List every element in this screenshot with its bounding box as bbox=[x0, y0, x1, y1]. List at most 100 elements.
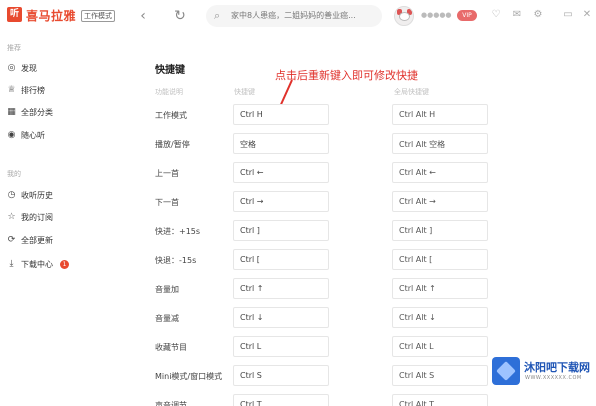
sidebar-item-label: 排行榜 bbox=[21, 86, 45, 95]
shortcut-local-input[interactable]: Ctrl [ bbox=[233, 249, 329, 270]
shortcut-row-label: Mini模式/窗口模式 bbox=[155, 372, 223, 381]
site-watermark: 沐阳吧下载网 WWW.XXXXXX.COM bbox=[492, 356, 592, 386]
shortcut-local-value: Ctrl ↑ bbox=[240, 284, 264, 293]
shortcut-global-value: Ctrl Alt H bbox=[399, 110, 436, 119]
shortcut-local-input[interactable]: Ctrl L bbox=[233, 336, 329, 357]
subscribe-icon: ☆ bbox=[7, 212, 16, 222]
app-name[interactable]: 喜马拉雅 bbox=[26, 7, 76, 24]
shortcut-global-value: Ctrl Alt [ bbox=[399, 255, 433, 264]
shortcut-global-value: Ctrl Alt S bbox=[399, 371, 435, 380]
back-icon[interactable]: ‹ bbox=[136, 6, 150, 26]
search-placeholder: 家中8人患癌，二姐妈妈的善业癌... bbox=[231, 11, 356, 20]
sidebar-item-ranking[interactable]: ♕ 排行榜 bbox=[6, 83, 106, 99]
page-title: 快捷键 bbox=[155, 65, 185, 76]
close-icon[interactable]: ✕ bbox=[581, 9, 593, 21]
shortcut-local-input[interactable]: Ctrl → bbox=[233, 191, 329, 212]
shortcut-local-value: Ctrl H bbox=[240, 110, 263, 119]
sidebar-item-subscribe[interactable]: ☆ 我的订阅 bbox=[6, 210, 106, 226]
shortcut-global-value: Ctrl Alt T bbox=[399, 400, 435, 406]
history-icon: ◷ bbox=[7, 190, 16, 200]
shortcut-settings-panel: 快捷键 点击后重新键入即可修改快捷 功能说明 快捷键 全局快捷键 工作模式 Ctr… bbox=[118, 34, 596, 406]
discover-icon: ◎ bbox=[7, 63, 16, 73]
app-logo-icon[interactable]: 听 bbox=[7, 7, 22, 22]
shortcut-local-value: Ctrl → bbox=[240, 197, 264, 206]
shortcut-global-input[interactable]: Ctrl Alt S bbox=[392, 365, 488, 386]
shortcut-global-input[interactable]: Ctrl Alt L bbox=[392, 336, 488, 357]
shortcut-global-input[interactable]: Ctrl Alt 空格 bbox=[392, 133, 488, 154]
shortcut-global-input[interactable]: Ctrl Alt ↓ bbox=[392, 307, 488, 328]
watermark-title: 沐阳吧下载网 bbox=[524, 361, 590, 374]
refresh-icon[interactable]: ↻ bbox=[172, 6, 188, 26]
shortcut-local-input[interactable]: Ctrl ] bbox=[233, 220, 329, 241]
shortcut-local-input[interactable]: Ctrl ↓ bbox=[233, 307, 329, 328]
ranking-icon: ♕ bbox=[7, 85, 16, 95]
col-header-global: 全局快捷键 bbox=[394, 88, 429, 96]
sidebar-item-update[interactable]: ⟳ 全部更新 bbox=[6, 233, 106, 249]
work-mode-badge[interactable]: 工作模式 bbox=[81, 10, 115, 22]
col-header-local: 快捷键 bbox=[234, 88, 255, 96]
shortcut-row-label: 快进：+15s bbox=[155, 227, 201, 236]
shortcut-global-input[interactable]: Ctrl Alt T bbox=[392, 394, 488, 406]
update-icon: ⟳ bbox=[7, 235, 16, 245]
sidebar-section-recommend: 推荐 bbox=[7, 44, 21, 52]
sidebar: 推荐 ◎ 发现 ♕ 排行榜 ▦ 全部分类 ◉ 随心听 我的 ◷ 收听历史 ☆ 我… bbox=[0, 34, 112, 406]
shortcut-row-label: 工作模式 bbox=[155, 111, 187, 120]
top-bar: 听 喜马拉雅 工作模式 ‹ ↻ ⌕ 家中8人患癌，二姐妈妈的善业癌... ●●●… bbox=[0, 0, 596, 34]
shortcut-local-value: Ctrl T bbox=[240, 400, 262, 406]
shortcut-global-value: Ctrl Alt 空格 bbox=[399, 140, 446, 149]
shortcut-global-value: Ctrl Alt ← bbox=[399, 168, 436, 177]
shortcut-global-value: Ctrl Alt L bbox=[399, 342, 434, 351]
category-icon: ▦ bbox=[7, 107, 16, 117]
shortcut-local-input[interactable]: Ctrl S bbox=[233, 365, 329, 386]
sidebar-item-label: 收听历史 bbox=[21, 191, 53, 200]
username-blurred[interactable]: ●●●●● bbox=[421, 11, 452, 19]
shortcut-local-value: Ctrl L bbox=[240, 342, 262, 351]
shortcut-global-input[interactable]: Ctrl Alt ← bbox=[392, 162, 488, 183]
shortcut-local-input[interactable]: Ctrl ← bbox=[233, 162, 329, 183]
shortcut-local-value: Ctrl ↓ bbox=[240, 313, 264, 322]
search-icon: ⌕ bbox=[214, 9, 221, 22]
watermark-cube-icon bbox=[492, 357, 520, 385]
sidebar-item-random-listen[interactable]: ◉ 随心听 bbox=[6, 128, 106, 144]
sidebar-item-label: 全部分类 bbox=[21, 108, 53, 117]
shortcut-row-label: 收藏节目 bbox=[155, 343, 187, 352]
sidebar-item-label: 我的订阅 bbox=[21, 213, 53, 222]
shortcut-row-label: 快退：-15s bbox=[155, 256, 197, 265]
sidebar-item-download[interactable]: ⤓ 下载中心 1 bbox=[6, 257, 106, 273]
sidebar-item-label: 下载中心 bbox=[21, 260, 53, 269]
mini-mode-icon[interactable] bbox=[541, 9, 553, 21]
shortcut-local-input[interactable]: Ctrl ↑ bbox=[233, 278, 329, 299]
shortcut-local-input[interactable]: Ctrl T bbox=[233, 394, 329, 406]
shortcut-row-label: 声音调节 bbox=[155, 401, 187, 406]
minimize-icon[interactable]: ▭ bbox=[562, 9, 574, 21]
shortcut-global-input[interactable]: Ctrl Alt H bbox=[392, 104, 488, 125]
sidebar-item-history[interactable]: ◷ 收听历史 bbox=[6, 188, 106, 204]
skin-icon[interactable]: ♡ bbox=[490, 9, 502, 21]
sidebar-item-category[interactable]: ▦ 全部分类 bbox=[6, 105, 106, 121]
avatar[interactable] bbox=[394, 6, 414, 26]
sidebar-item-label: 全部更新 bbox=[21, 236, 53, 245]
message-icon[interactable]: ✉ bbox=[511, 9, 523, 21]
avatar-face bbox=[399, 12, 410, 21]
download-icon: ⤓ bbox=[9, 259, 14, 269]
watermark-url: WWW.XXXXXX.COM bbox=[525, 375, 582, 381]
sidebar-item-label: 随心听 bbox=[21, 131, 45, 140]
sidebar-section-mine: 我的 bbox=[7, 170, 21, 178]
search-input[interactable]: ⌕ 家中8人患癌，二姐妈妈的善业癌... bbox=[206, 5, 382, 27]
edit-hint-annotation: 点击后重新键入即可修改快捷 bbox=[275, 69, 418, 82]
random-listen-icon: ◉ bbox=[7, 130, 16, 140]
download-count-badge: 1 bbox=[60, 260, 69, 269]
shortcut-global-input[interactable]: Ctrl Alt → bbox=[392, 191, 488, 212]
shortcut-local-input[interactable]: Ctrl H bbox=[233, 104, 329, 125]
vip-badge-icon[interactable]: VIP bbox=[457, 10, 477, 21]
shortcut-row-label: 音量减 bbox=[155, 314, 179, 323]
shortcut-local-value: 空格 bbox=[240, 140, 256, 149]
sidebar-item-discover[interactable]: ◎ 发现 bbox=[6, 61, 106, 77]
shortcut-local-value: Ctrl [ bbox=[240, 255, 260, 264]
shortcut-local-input[interactable]: 空格 bbox=[233, 133, 329, 154]
shortcut-global-input[interactable]: Ctrl Alt ↑ bbox=[392, 278, 488, 299]
shortcut-global-input[interactable]: Ctrl Alt ] bbox=[392, 220, 488, 241]
shortcut-global-input[interactable]: Ctrl Alt [ bbox=[392, 249, 488, 270]
shortcut-local-value: Ctrl ] bbox=[240, 226, 260, 235]
shortcut-local-value: Ctrl ← bbox=[240, 168, 264, 177]
